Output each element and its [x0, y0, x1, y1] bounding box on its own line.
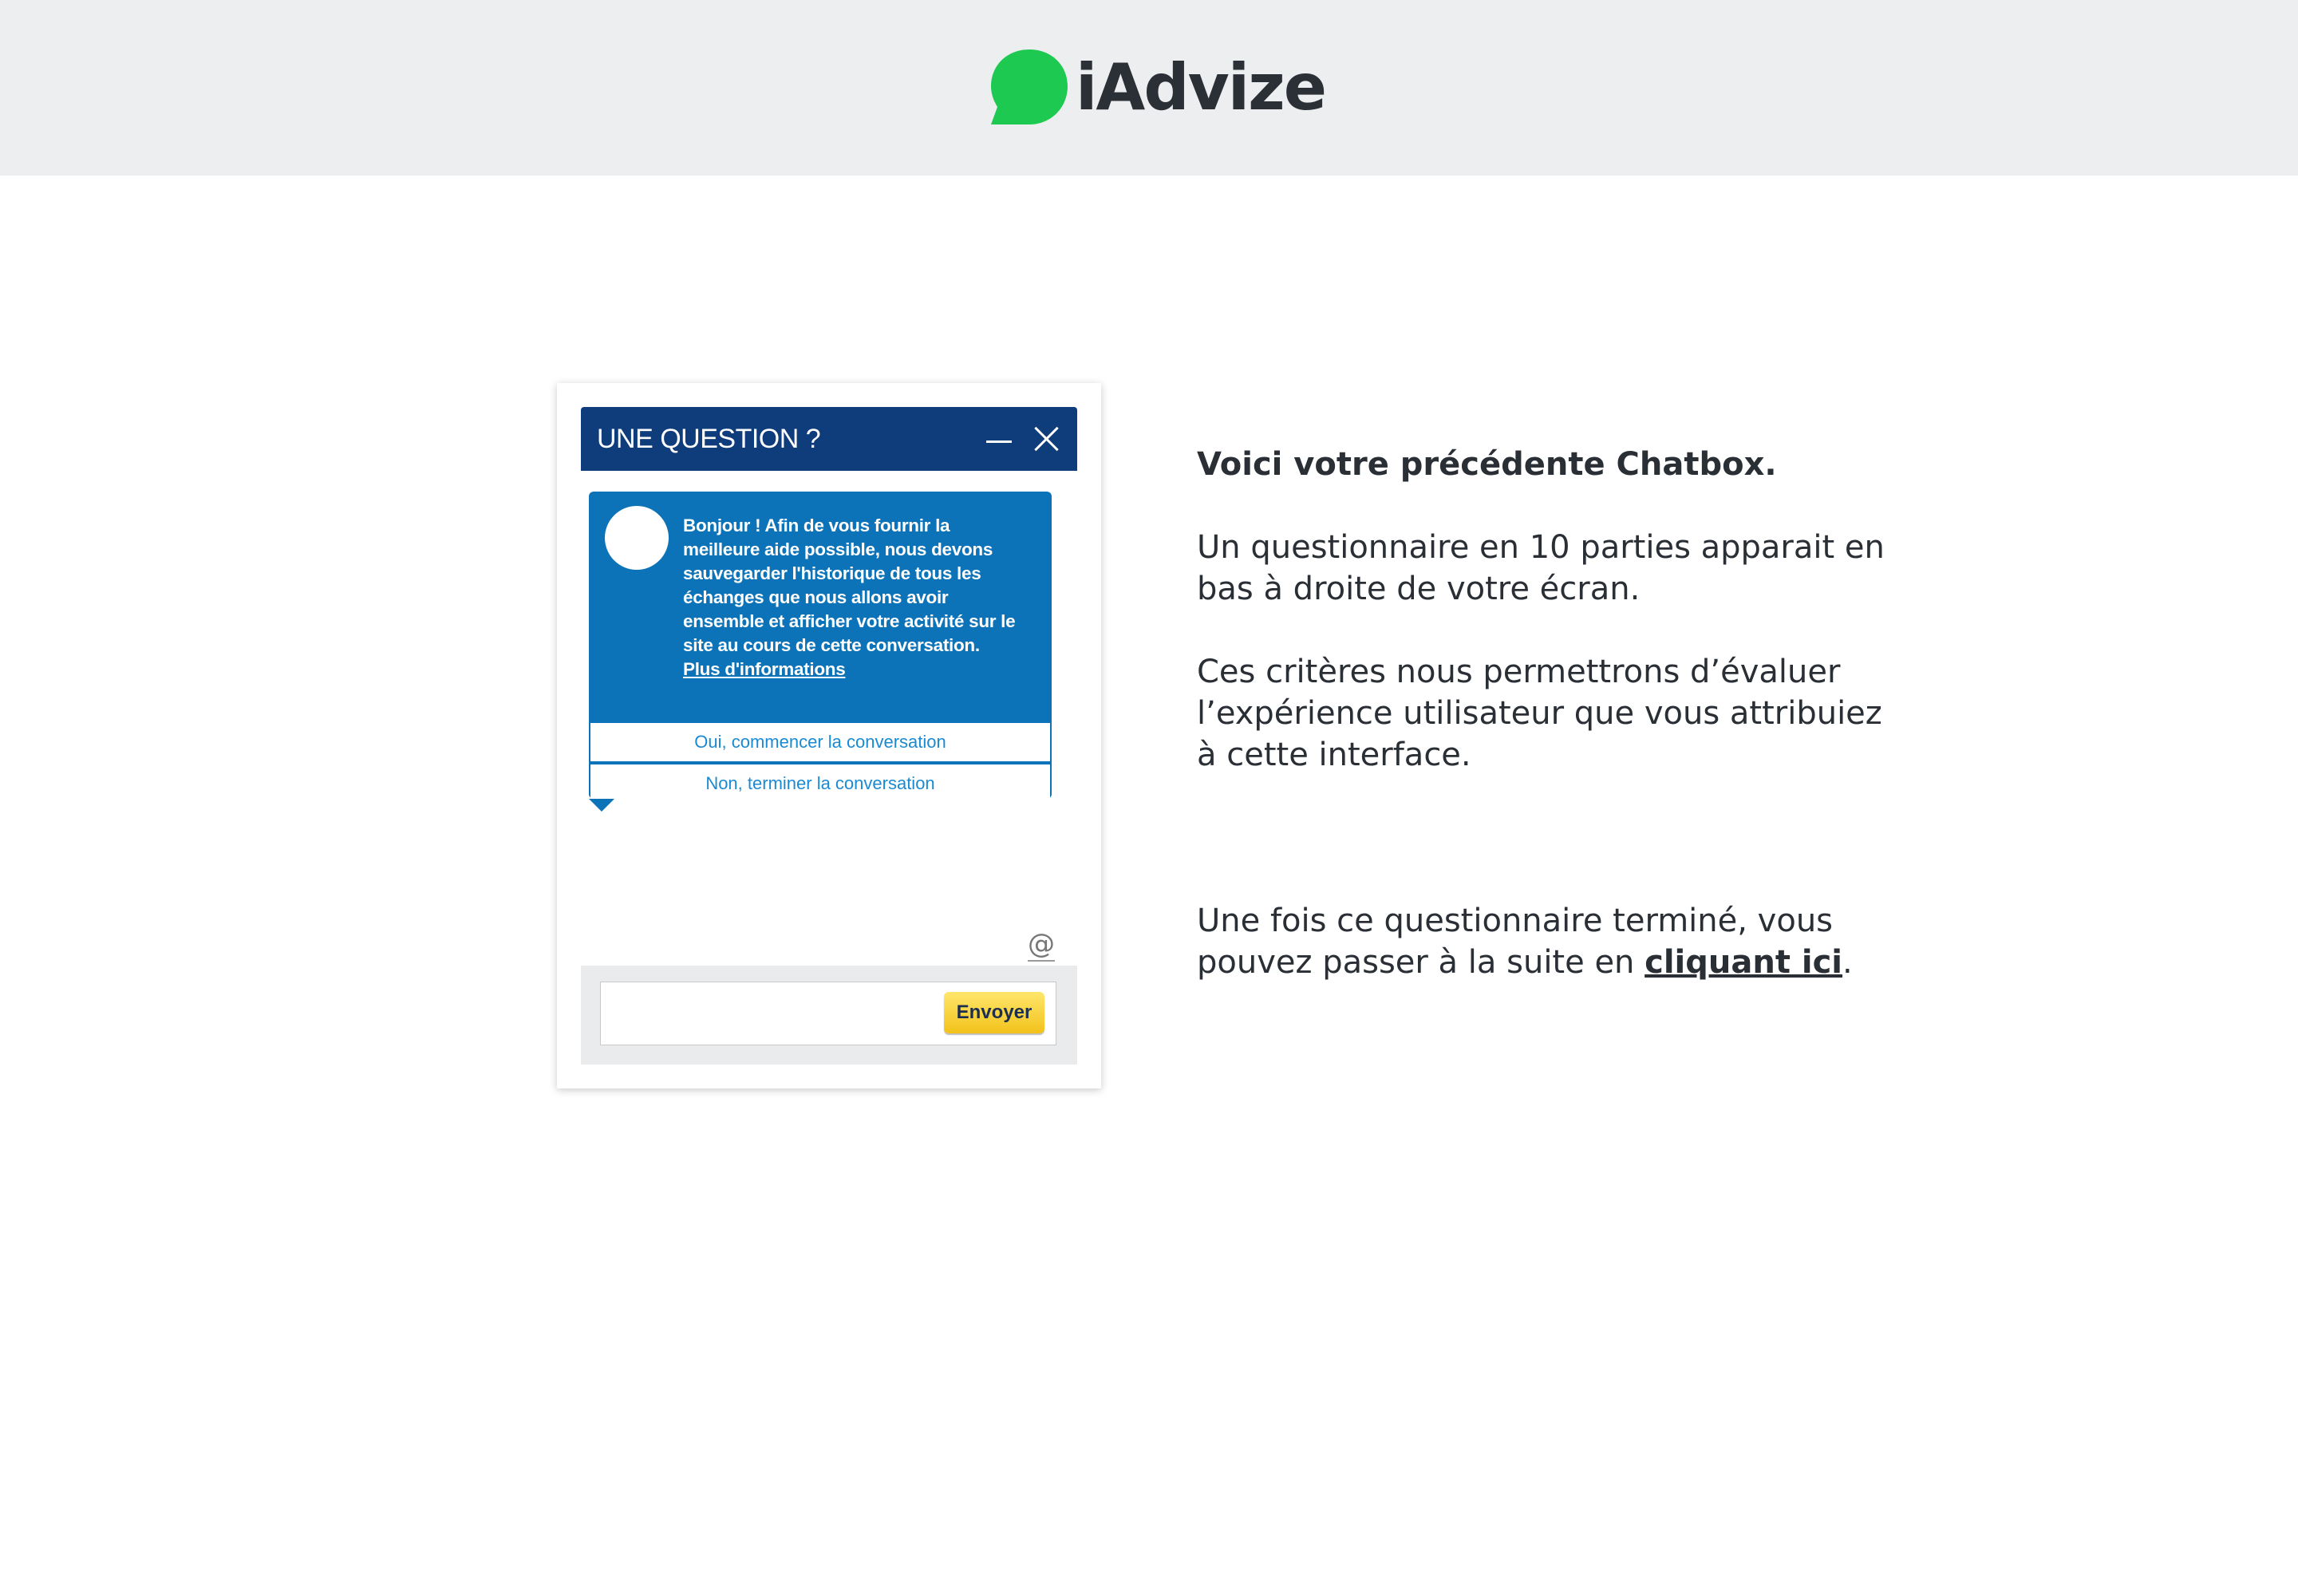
chatbox-title: UNE QUESTION ?: [597, 424, 821, 454]
message-input-area: Envoyer: [581, 966, 1077, 1065]
chatbox-preview: UNE QUESTION ? Bonjour ! Afin de vous fo…: [557, 383, 1101, 1088]
consent-message: Bonjour ! Afin de vous fournir la meille…: [683, 514, 1018, 681]
start-conversation-button[interactable]: Oui, commencer la conversation: [590, 723, 1050, 761]
iadvize-logo: iAdvize: [988, 46, 1327, 129]
chatbox-header: UNE QUESTION ?: [581, 407, 1077, 471]
email-icon-glyph: @: [1028, 928, 1055, 960]
email-icon[interactable]: @: [1028, 928, 1055, 962]
chat-bubble-logo-icon: [991, 49, 1068, 124]
instructions-paragraph-1: Un questionnaire en 10 parties apparait …: [1197, 529, 1885, 607]
bubble-tail: [589, 799, 614, 812]
instructions-paragraph-3-end: .: [1842, 944, 1853, 981]
brand-name: iAdvize: [1076, 50, 1327, 124]
consent-message-text: Bonjour ! Afin de vous fournir la meille…: [683, 516, 1016, 655]
message-input[interactable]: Envoyer: [600, 982, 1056, 1045]
more-info-link[interactable]: Plus d'informations: [683, 658, 846, 681]
continue-link[interactable]: cliquant ici: [1645, 944, 1842, 981]
instructions-panel: Voici votre précédente Chatbox. Un quest…: [1197, 444, 1899, 983]
email-icon-underline: [1028, 960, 1055, 962]
end-conversation-button[interactable]: Non, terminer la conversation: [590, 764, 1050, 803]
instructions-title: Voici votre précédente Chatbox.: [1197, 446, 1777, 483]
instructions-paragraph-2: Ces critères nous permettrons d’évaluer …: [1197, 654, 1882, 773]
consent-message-bubble: Bonjour ! Afin de vous fournir la meille…: [589, 492, 1052, 803]
close-icon[interactable]: [1033, 425, 1061, 453]
instructions-paragraph-3: Une fois ce questionnaire terminé, vous …: [1197, 900, 1899, 983]
send-button[interactable]: Envoyer: [944, 992, 1044, 1033]
top-bar: iAdvize: [0, 0, 2298, 176]
minimize-icon[interactable]: [985, 425, 1013, 453]
agent-avatar: [605, 506, 669, 570]
